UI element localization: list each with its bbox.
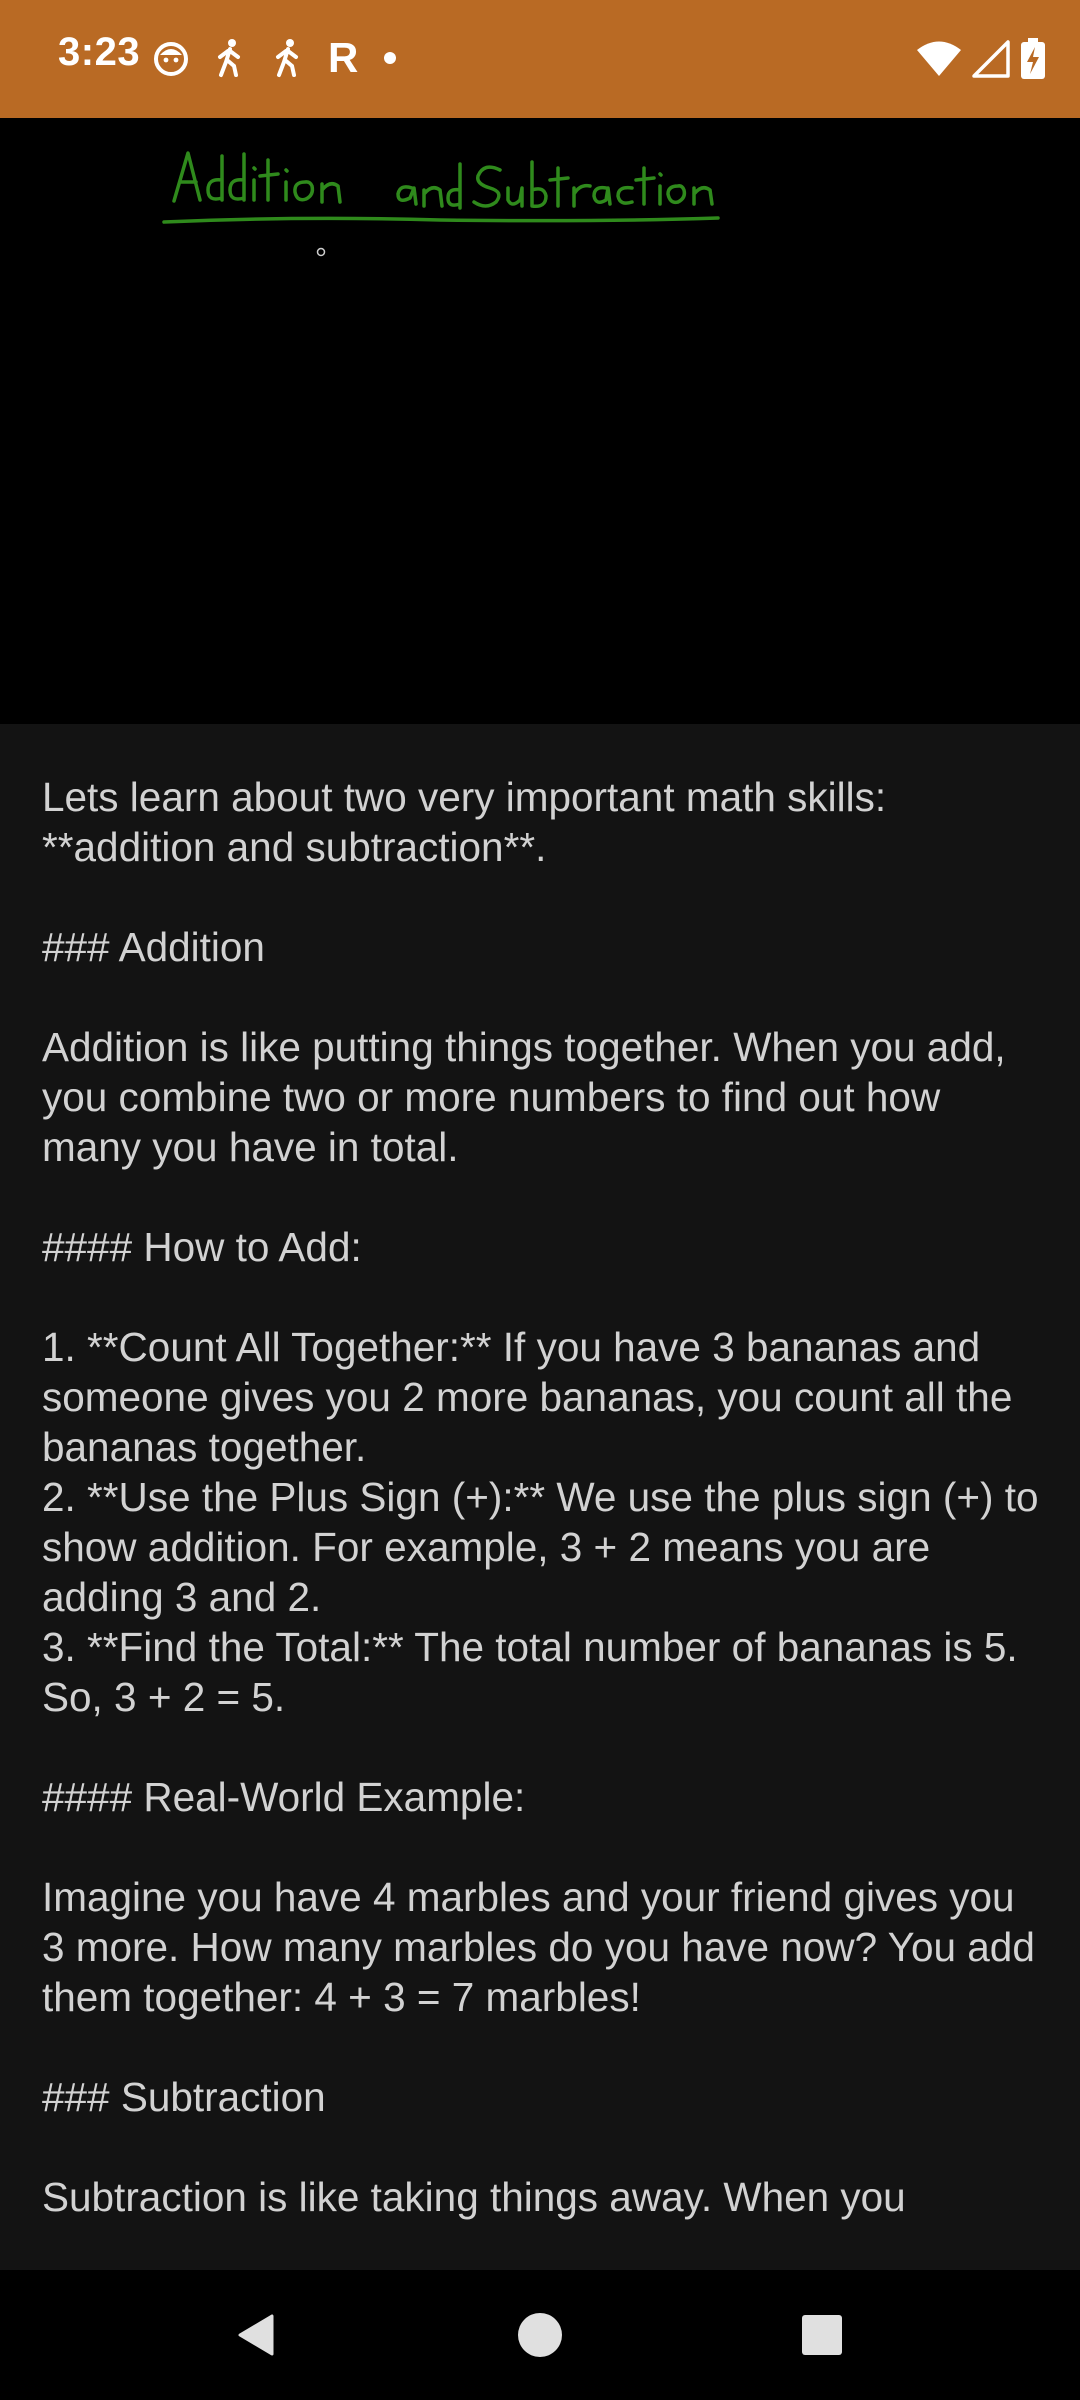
lesson-paragraph: Lets learn about two very important math… (42, 772, 1042, 872)
recents-button[interactable] (752, 2270, 892, 2400)
lesson-content[interactable]: Lets learn about two very important math… (0, 724, 1080, 2230)
lesson-paragraph: #### How to Add: (42, 1222, 1042, 1272)
home-button[interactable] (470, 2270, 610, 2400)
lesson-line: 3. **Find the Total:** The total number … (42, 1624, 1018, 1720)
lesson-paragraph: 1. **Count All Together:** If you have 3… (42, 1322, 1042, 1722)
back-button[interactable] (187, 2270, 327, 2400)
battery-charging-icon (1020, 38, 1046, 80)
dot-icon (380, 48, 400, 68)
lesson-line: Addition is like putting things together… (42, 1024, 1006, 1170)
status-time: 3:23 (58, 30, 141, 74)
lesson-paragraph: ### Addition (42, 922, 1042, 972)
lesson-line: Subtraction is like taking things away. … (42, 2174, 906, 2220)
lesson-paragraph: Subtraction is like taking things away. … (42, 2172, 1042, 2222)
lesson-line: Lets learn about two very important math… (42, 774, 887, 870)
lesson-line: ### Addition (42, 924, 265, 970)
lesson-line: #### Real-World Example: (42, 1774, 526, 1820)
drawing-canvas[interactable] (0, 118, 1080, 724)
lesson-line: 2. **Use the Plus Sign (+):** We use the… (42, 1474, 1039, 1620)
status-system-icons (906, 34, 1046, 84)
lesson-paragraph: ### Subtraction (42, 2072, 1042, 2122)
lesson-line: #### How to Add: (42, 1224, 362, 1270)
walk-icon (270, 38, 306, 78)
recents-icon (802, 2315, 842, 2355)
status-notification-icons: R (152, 30, 422, 86)
face-icon (152, 39, 190, 77)
lesson-line: Imagine you have 4 marbles and your frie… (42, 1874, 1035, 2020)
lesson-paragraph: Imagine you have 4 marbles and your frie… (42, 1872, 1042, 2022)
signal-icon (972, 40, 1010, 78)
navigation-bar (0, 2270, 1080, 2400)
home-icon (518, 2313, 562, 2357)
status-bar: 3:23 R (0, 0, 1080, 118)
lesson-paragraph: #### Real-World Example: (42, 1772, 1042, 1822)
cursor-dot-icon (316, 247, 326, 257)
carrier-letter: R (328, 34, 359, 81)
walk-icon (212, 38, 248, 78)
wifi-icon (916, 41, 962, 77)
lesson-line: 1. **Count All Together:** If you have 3… (42, 1324, 1013, 1470)
handwritten-heading (162, 151, 720, 257)
lesson-line: ### Subtraction (42, 2074, 326, 2120)
lesson-paragraph: Addition is like putting things together… (42, 1022, 1042, 1172)
back-icon (238, 2314, 274, 2356)
lesson-text: Lets learn about two very important math… (42, 772, 1042, 2230)
